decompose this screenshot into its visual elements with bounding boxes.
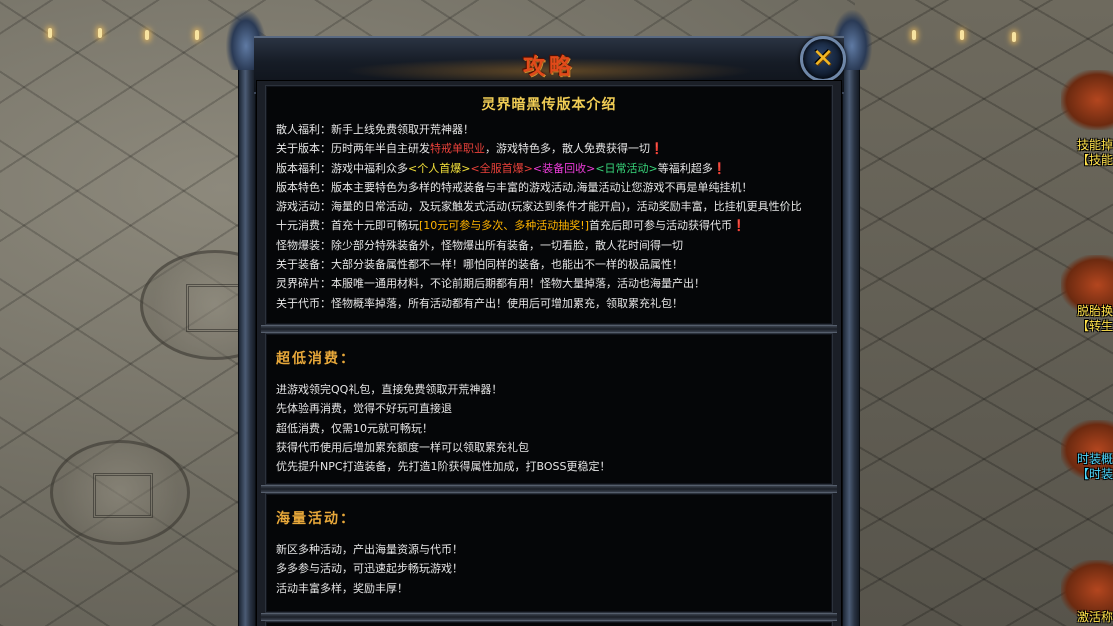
list-item: 超低消费，仅需10元就可畅玩！: [276, 421, 433, 435]
line-text: 关于装备：大部分装备属性都不一样！哪怕同样的装备，也能出不一样的极品属性！: [276, 258, 683, 272]
intro-lines: 散人福利：新手上线免费领取开荒神器！ 关于版本：历时两年半自主研发特戒单职业，游戏…: [276, 120, 822, 313]
version-intro-section: 灵界暗黑传版本介绍 散人福利：新手上线免费领取开荒神器！ 关于版本：历时两年半自主…: [265, 85, 833, 325]
npc-label[interactable]: 技能掉: [1077, 138, 1113, 152]
floor-circle-ornament: [50, 440, 190, 545]
highlight-text: 特戒单职业: [430, 142, 485, 156]
line-text: 散人福利：新手上线免费领取开荒神器！: [276, 123, 474, 136]
intro-line: 游戏活动：海量的日常活动，及玩家触发式活动(玩家达到条件才能开启)，活动奖励丰富…: [276, 197, 822, 216]
guide-dialog: 攻略 ✕ 灵界暗黑传版本介绍 散人福利：新手上线免费领取开荒神器！ 关于版本：历时…: [226, 10, 872, 626]
list-item: 先体验再消费，觉得不好玩可直接退: [276, 402, 452, 416]
line-text: 游戏活动：海量的日常活动，及玩家触发式活动(玩家达到条件才能开启)，活动奖励丰富…: [276, 200, 802, 214]
candle-icon: [98, 28, 102, 38]
line-text: 首充后即可参与活动获得代币❗: [589, 219, 746, 233]
line-text: 怪物爆装：除少部分特殊装备外，怪物爆出所有装备，一切看脸，散人花时间得一切: [276, 238, 683, 252]
npc-figure[interactable]: [1061, 70, 1113, 130]
intro-line: 版本特色：版本主要特色为多样的特戒装备与丰富的游戏活动,海量活动让您游戏不再是单…: [276, 178, 822, 197]
intro-title: 灵界暗黑传版本介绍: [481, 97, 617, 113]
line-text: 版本福利：游戏中福利众多: [276, 161, 408, 175]
intro-line: 关于版本：历时两年半自主研发特戒单职业，游戏特色多，散人免费获得一切❗: [276, 139, 822, 158]
intro-line: 散人福利：新手上线免费领取开荒神器！: [276, 120, 822, 139]
activities-section: 海量活动： 新区多种活动，产出海量资源与代币！ 多多参与活动，可迅速起步畅玩游戏…: [265, 493, 833, 613]
intro-line: 灵界碎片：本服唯一通用材料，不论前期后期都有用！怪物大量掉落，活动也海量产出！: [276, 274, 822, 293]
dialog-frame-left: [238, 28, 256, 626]
line-text: 关于版本：历时两年半自主研发: [276, 142, 430, 156]
close-icon: ✕: [812, 44, 834, 74]
candle-icon: [960, 30, 964, 40]
close-button[interactable]: ✕: [800, 36, 846, 82]
candle-icon: [145, 30, 149, 40]
list-item: 多多参与活动，可迅速起步畅玩游戏！: [276, 562, 463, 576]
section-title: 超低消费：: [276, 351, 356, 367]
section-divider: [261, 325, 837, 333]
candle-icon: [912, 30, 916, 40]
intro-line: 关于装备：大部分装备属性都不一样！哪怕同样的装备，也能出不一样的极品属性！: [276, 255, 822, 274]
intro-line: 关于代币：怪物概率掉落，所有活动都有产出！使用后可增加累充，领取累充礼包！: [276, 294, 822, 313]
candle-icon: [48, 28, 52, 38]
section-title: 海量活动：: [276, 511, 356, 527]
low-cost-section: 超低消费： 进游戏领完QQ礼包，直接免费领取开荒神器！ 先体验再消费，觉得不好玩…: [265, 333, 833, 485]
list-item: 进游戏领完QQ礼包，直接免费领取开荒神器！: [276, 383, 503, 396]
dialog-content[interactable]: 灵界暗黑传版本介绍 散人福利：新手上线免费领取开荒神器！ 关于版本：历时两年半自主…: [256, 80, 842, 626]
npc-label[interactable]: 激活称: [1077, 610, 1113, 624]
next-section: [265, 621, 833, 626]
highlight-text: [10元可参与多次、多种活动抽奖!]: [419, 219, 589, 233]
list-item: 活动丰富多样，奖励丰厚！: [276, 581, 408, 595]
npc-label[interactable]: 脱胎换: [1077, 304, 1113, 318]
line-text: 版本特色：版本主要特色为多样的特戒装备与丰富的游戏活动,海量活动让您游戏不再是单…: [276, 180, 753, 194]
intro-line: 版本福利：游戏中福利众多<个人首爆><全服首爆><装备回收><日常活动>等福利超…: [276, 159, 822, 178]
highlight-text: <日常活动>: [595, 161, 658, 175]
candle-icon: [1012, 32, 1016, 42]
highlight-text: <个人首爆>: [408, 161, 471, 175]
line-text: 关于代币：怪物概率掉落，所有活动都有产出！使用后可增加累充，领取累充礼包！: [276, 296, 683, 310]
npc-label[interactable]: 【时装: [1077, 467, 1113, 481]
dialog-frame-right: [842, 28, 860, 626]
line-text: 灵界碎片：本服唯一通用材料，不论前期后期都有用！怪物大量掉落，活动也海量产出！: [276, 277, 705, 291]
npc-label[interactable]: 【转生: [1077, 319, 1113, 333]
intro-line: 十元消费：首充十元即可畅玩[10元可参与多次、多种活动抽奖!]首充后即可参与活动…: [276, 216, 822, 235]
line-text: ，游戏特色多，散人免费获得一切❗: [485, 142, 664, 156]
line-text: 十元消费：首充十元即可畅玩: [276, 219, 419, 233]
highlight-text: <全服首爆>: [470, 161, 533, 175]
list-item: 新区多种活动，产出海量资源与代币！: [276, 543, 463, 556]
list-item: 优先提升NPC打造装备，先打造1阶获得属性加成，打BOSS更稳定！: [276, 460, 611, 474]
line-text: 等福利超多❗: [657, 161, 727, 175]
npc-label[interactable]: 【技能: [1077, 153, 1113, 167]
highlight-text: <装备回收>: [532, 161, 596, 175]
candle-icon: [195, 30, 199, 40]
dialog-title: 攻略: [522, 54, 575, 80]
npc-label[interactable]: 时装概: [1077, 452, 1113, 466]
intro-line: 怪物爆装：除少部分特殊装备外，怪物爆出所有装备，一切看脸，散人花时间得一切: [276, 236, 822, 255]
list-item: 获得代币使用后增加累充额度一样可以领取累充礼包: [276, 440, 529, 454]
section-divider: [261, 485, 837, 493]
section-divider: [261, 613, 837, 621]
